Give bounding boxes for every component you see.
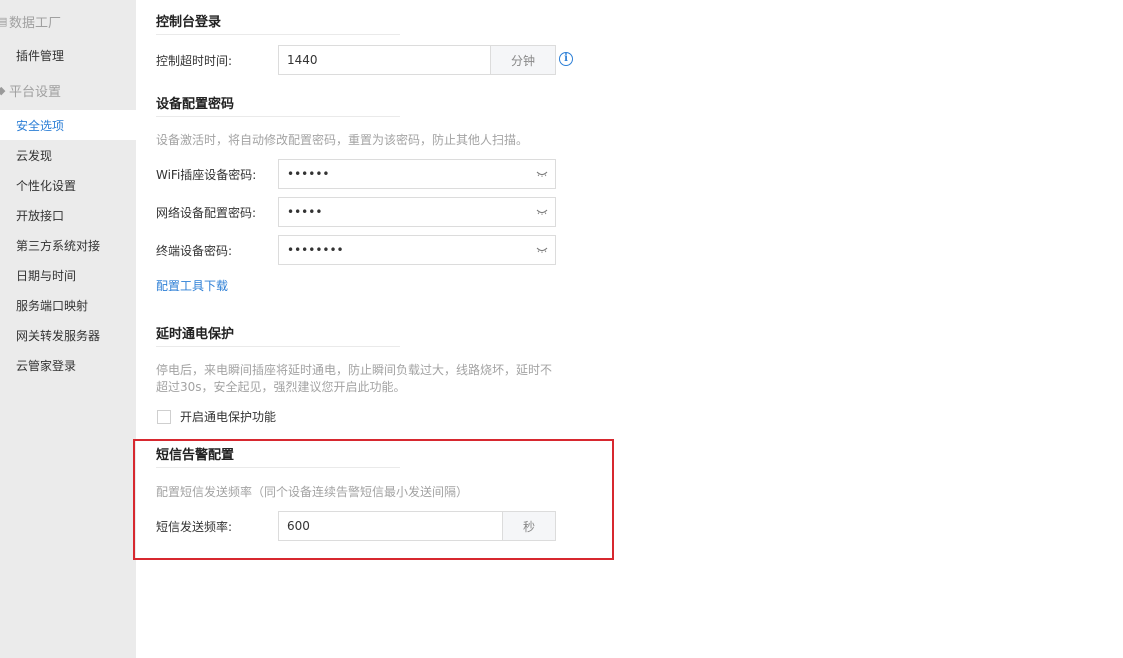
wifi-password-input-group	[278, 159, 556, 189]
sms-frequency-input-group: 秒	[278, 511, 556, 541]
terminal-password-label: 终端设备密码:	[156, 243, 233, 258]
sms-frequency-input[interactable]	[279, 513, 502, 539]
sidebar-group-data-factory[interactable]: ▤ 数据工厂	[0, 6, 136, 36]
section-divider	[156, 34, 400, 35]
database-icon: ▤	[0, 14, 8, 28]
main-content: 控制台登录 控制超时时间: 分钟 i 设备配置密码 设备激活时，将自动修改配置密…	[136, 0, 1123, 658]
info-icon[interactable]: i	[559, 52, 573, 66]
sidebar-item-cloud-login[interactable]: 云管家登录	[0, 350, 136, 380]
sidebar-item-personalization[interactable]: 个性化设置	[0, 170, 136, 200]
sidebar-item-label: 云管家登录	[16, 358, 77, 373]
config-tool-download-link[interactable]: 配置工具下载	[156, 277, 228, 294]
sidebar-item-date-time[interactable]: 日期与时间	[0, 260, 136, 290]
sidebar-item-port-mapping[interactable]: 服务端口映射	[0, 290, 136, 320]
eye-closed-icon[interactable]	[529, 160, 555, 188]
sms-alert-description: 配置短信发送频率（同个设备连续告警短信最小发送间隔）	[156, 485, 469, 499]
sidebar-group-label: 平台设置	[9, 84, 62, 100]
timeout-input[interactable]	[279, 47, 490, 73]
sidebar-item-label: 日期与时间	[16, 268, 77, 283]
power-protection-label[interactable]: 开启通电保护功能	[180, 401, 276, 431]
wifi-password-input[interactable]	[279, 161, 529, 187]
sidebar-item-label: 云发现	[16, 148, 53, 163]
network-password-label: 网络设备配置密码:	[156, 205, 257, 220]
sidebar-item-cloud-discovery[interactable]: 云发现	[0, 140, 136, 170]
sms-frequency-unit: 秒	[502, 512, 555, 540]
timeout-unit: 分钟	[490, 46, 555, 74]
sidebar-item-label: 网关转发服务器	[16, 328, 101, 343]
eye-closed-icon[interactable]	[529, 198, 555, 226]
terminal-password-input-group	[278, 235, 556, 265]
sidebar-item-open-api[interactable]: 开放接口	[0, 200, 136, 230]
eye-closed-icon[interactable]	[529, 236, 555, 264]
power-protection-checkbox[interactable]	[157, 410, 171, 424]
sidebar: ▤ 数据工厂 插件管理 ◆ 平台设置 安全选项 云发现 个性化设置 开放接口 第…	[0, 0, 136, 658]
sidebar-item-security-options[interactable]: 安全选项	[0, 110, 136, 140]
section-divider	[156, 116, 400, 117]
network-password-input[interactable]	[279, 199, 529, 225]
section-title-device-password: 设备配置密码	[156, 97, 235, 112]
sidebar-group-platform-settings[interactable]: ◆ 平台设置	[0, 75, 136, 105]
section-title-delay-power: 延时通电保护	[156, 327, 235, 342]
sidebar-item-label: 服务端口映射	[16, 298, 89, 313]
section-title-console-login: 控制台登录	[156, 15, 222, 30]
sidebar-group-label: 数据工厂	[9, 15, 62, 31]
sidebar-item-label: 开放接口	[16, 208, 65, 223]
sidebar-item-plugin-management[interactable]: 插件管理	[0, 40, 136, 70]
sidebar-item-label: 个性化设置	[16, 178, 77, 193]
sidebar-item-third-party[interactable]: 第三方系统对接	[0, 230, 136, 260]
device-password-description: 设备激活时，将自动修改配置密码，重置为该密码，防止其他人扫描。	[156, 133, 529, 147]
section-divider	[156, 467, 400, 468]
timeout-input-group: 分钟	[278, 45, 556, 75]
sidebar-item-label: 插件管理	[16, 48, 65, 63]
sms-frequency-label: 短信发送频率:	[156, 519, 233, 534]
sidebar-item-label: 安全选项	[16, 118, 65, 133]
delay-power-description-line1: 停电后，来电瞬间插座将延时通电，防止瞬间负载过大，线路烧坏，延时不	[156, 363, 553, 377]
network-password-input-group	[278, 197, 556, 227]
section-divider	[156, 346, 400, 347]
terminal-password-input[interactable]	[279, 237, 529, 263]
sidebar-item-label: 第三方系统对接	[16, 238, 101, 253]
section-title-sms-alert: 短信告警配置	[156, 448, 235, 463]
sidebar-item-gateway-server[interactable]: 网关转发服务器	[0, 320, 136, 350]
delay-power-description-line2: 超过30s，安全起见，强烈建议您开启此功能。	[156, 380, 406, 394]
timeout-label: 控制超时时间:	[156, 53, 233, 68]
wifi-password-label: WiFi插座设备密码:	[156, 167, 257, 182]
settings-icon: ◆	[0, 83, 6, 97]
